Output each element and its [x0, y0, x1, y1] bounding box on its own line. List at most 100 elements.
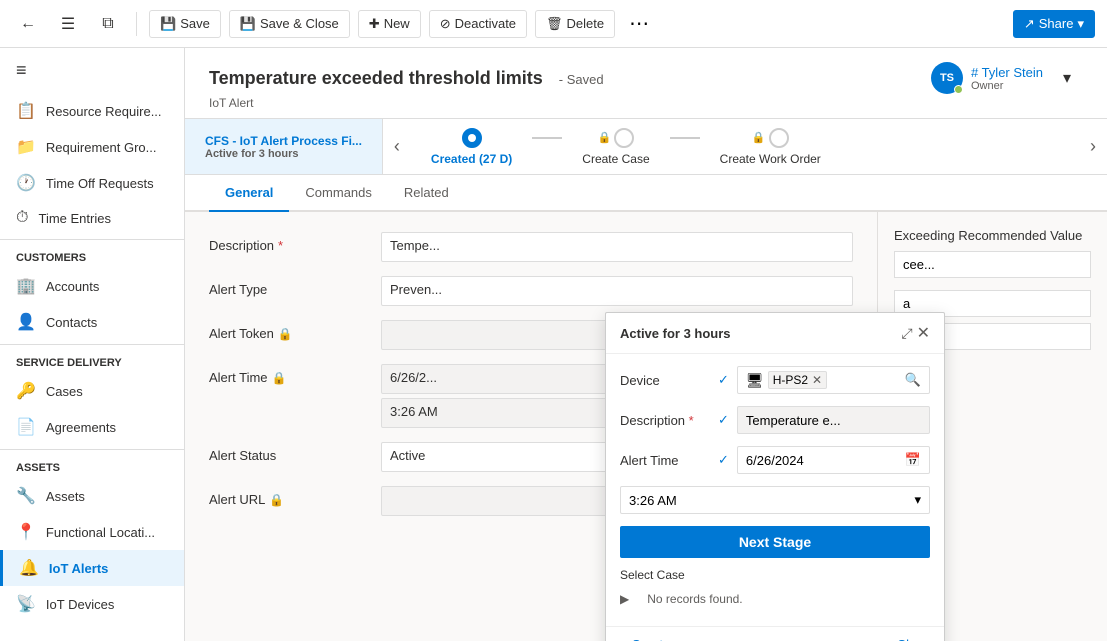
stage-created[interactable]: Created (27 D) [411, 120, 532, 174]
popup-device-row: Device ✓ 🖥 H-PS2 ✕ 🔍 [620, 366, 930, 394]
owner-name[interactable]: # Tyler Stein [971, 65, 1043, 80]
stage-created-label: Created (27 D) [431, 152, 512, 166]
list-view-button[interactable]: ☰ [52, 8, 84, 40]
description-value[interactable]: Tempe... [381, 232, 853, 262]
assets-section-header: Assets [0, 454, 184, 478]
deactivate-button[interactable]: ⊘ Deactivate [429, 10, 527, 38]
active-process-stage[interactable]: CFS - IoT Alert Process Fi... Active for… [185, 119, 383, 174]
owner-label: Owner [971, 80, 1043, 92]
form-row-description: Description * Tempe... [209, 232, 853, 262]
popup-alert-time-row: Alert Time ✓ 6/26/2024 📅 [620, 446, 930, 474]
share-button[interactable]: ↗ Share ▾ [1013, 10, 1095, 38]
alert-type-value[interactable]: Preven... [381, 276, 853, 306]
owner-dropdown-button[interactable]: ▾ [1051, 62, 1083, 94]
save-button[interactable]: 💾 Save [149, 10, 221, 38]
popup-device-check: ✓ [718, 372, 729, 388]
next-stage-button[interactable]: Next Stage [620, 526, 930, 558]
exceeding-value-1: cee... [894, 251, 1091, 278]
content-main: CFS - IoT Alert Process Fi... Active for… [185, 119, 1107, 641]
popup-device-search-icon[interactable]: 🔍 [905, 372, 921, 388]
agreements-icon: 📄 [16, 417, 36, 437]
popup-body: Device ✓ 🖥 H-PS2 ✕ 🔍 [606, 354, 944, 622]
popup-description-required: * [689, 413, 694, 428]
device-tag-remove[interactable]: ✕ [812, 373, 822, 387]
popup-device-value[interactable]: 🖥 H-PS2 ✕ 🔍 [737, 366, 930, 394]
sidebar-item-time-off-requests[interactable]: 🕐 Time Off Requests [0, 165, 184, 201]
cases-icon: 🔑 [16, 381, 36, 401]
alert-time-lock-icon: 🔒 [272, 371, 287, 385]
popup-device-label: Device [620, 373, 710, 388]
stage-chevron-left[interactable]: ‹ [383, 119, 411, 174]
popup-alert-time-date[interactable]: 6/26/2024 📅 [737, 446, 930, 474]
active-stage-sub: Active for 3 hours [205, 148, 362, 160]
stage-create-case[interactable]: 🔒 Create Case [562, 120, 669, 174]
new-window-icon: ⧉ [102, 15, 113, 33]
tab-general[interactable]: General [209, 175, 289, 212]
accounts-icon: 🏢 [16, 276, 36, 296]
stage-chevron-right[interactable]: › [1079, 119, 1107, 174]
sidebar-divider-1 [0, 239, 184, 240]
delete-icon: 🗑 [546, 16, 563, 32]
create-link[interactable]: + Create [620, 637, 670, 641]
share-icon: ↗ [1024, 16, 1035, 32]
record-title: Temperature exceeded threshold limits [209, 68, 543, 89]
popup-close-button[interactable]: ✕ [917, 323, 930, 343]
main-layout: ≡ 📋 Resource Require... 📁 Requirement Gr… [0, 48, 1107, 641]
popup-expand-button[interactable]: ⤢ [901, 323, 912, 343]
form-row-alert-type: Alert Type Preven... [209, 276, 853, 306]
new-button[interactable]: ✚ New [358, 10, 421, 38]
sidebar-item-accounts[interactable]: 🏢 Accounts [0, 268, 184, 304]
sidebar-item-contacts[interactable]: 👤 Contacts [0, 304, 184, 340]
popup-description-label: Description * [620, 413, 710, 428]
submenu-arrow-icon: ▶ [620, 592, 629, 606]
owner-avatar: TS [931, 62, 963, 94]
tab-related[interactable]: Related [388, 175, 465, 212]
popup-header: Active for 3 hours ⤢ ✕ [606, 313, 944, 354]
sidebar-item-agreements[interactable]: 📄 Agreements [0, 409, 184, 445]
sidebar-item-assets[interactable]: 🔧 Assets [0, 478, 184, 514]
time-entries-icon: ⏱ [16, 209, 28, 227]
iot-devices-icon: 📡 [16, 594, 36, 614]
list-icon: ☰ [61, 14, 75, 34]
sidebar-item-iot-devices[interactable]: 📡 IoT Devices [0, 586, 184, 622]
customers-section-header: Customers [0, 244, 184, 268]
popup-description-row: Description * ✓ Temperature e... [620, 406, 930, 434]
submenu-item[interactable]: ▶ No records found. [620, 588, 930, 610]
popup-alert-time-check: ✓ [718, 452, 729, 468]
popup-footer-close[interactable]: Close [897, 637, 930, 641]
tab-commands[interactable]: Commands [289, 175, 387, 212]
description-required: * [278, 238, 283, 253]
owner-status-dot [954, 85, 963, 94]
content-area: Temperature exceeded threshold limits - … [185, 48, 1107, 641]
stages-container: Created (27 D) 🔒 Create Case [411, 119, 1079, 174]
sidebar-item-iot-alerts[interactable]: 🔔 IoT Alerts [0, 550, 184, 586]
alert-time-label: Alert Time 🔒 [209, 364, 369, 385]
back-button[interactable]: ← [12, 8, 44, 40]
popup-description-check: ✓ [718, 412, 729, 428]
stage-created-circle [462, 128, 482, 148]
device-icon: 🖥 [746, 372, 764, 389]
sidebar-item-functional-locations[interactable]: 📍 Functional Locati... [0, 514, 184, 550]
new-window-button[interactable]: ⧉ [92, 8, 124, 40]
stage-popup: Active for 3 hours ⤢ ✕ Device [605, 312, 945, 641]
stage-create-work-order-circle [769, 128, 789, 148]
top-bar: ← ☰ ⧉ 💾 Save 💾 Save & Close ✚ New ⊘ Deac… [0, 0, 1107, 48]
sidebar-item-resource-requirements[interactable]: 📋 Resource Require... [0, 93, 184, 129]
sidebar-hamburger[interactable]: ≡ [0, 48, 184, 93]
iot-alerts-icon: 🔔 [19, 558, 39, 578]
save-close-button[interactable]: 💾 Save & Close [229, 10, 350, 38]
delete-button[interactable]: 🗑 Delete [535, 10, 615, 38]
sidebar-item-time-entries[interactable]: ⏱ Time Entries [0, 201, 184, 235]
popup-description-value[interactable]: Temperature e... [737, 406, 930, 434]
sidebar-item-requirement-groups[interactable]: 📁 Requirement Gro... [0, 129, 184, 165]
more-options-button[interactable]: ⋯ [623, 11, 655, 36]
record-header: Temperature exceeded threshold limits - … [185, 48, 1107, 119]
popup-alert-time-label: Alert Time [620, 453, 710, 468]
sidebar: ≡ 📋 Resource Require... 📁 Requirement Gr… [0, 48, 185, 641]
sidebar-item-cases[interactable]: 🔑 Cases [0, 373, 184, 409]
separator-1 [136, 12, 137, 36]
stage-create-case-circle [614, 128, 634, 148]
popup-alert-time-time[interactable]: 3:26 AM ▾ [620, 486, 930, 514]
calendar-icon: 📅 [905, 452, 921, 468]
stage-create-work-order[interactable]: 🔒 Create Work Order [700, 120, 841, 174]
